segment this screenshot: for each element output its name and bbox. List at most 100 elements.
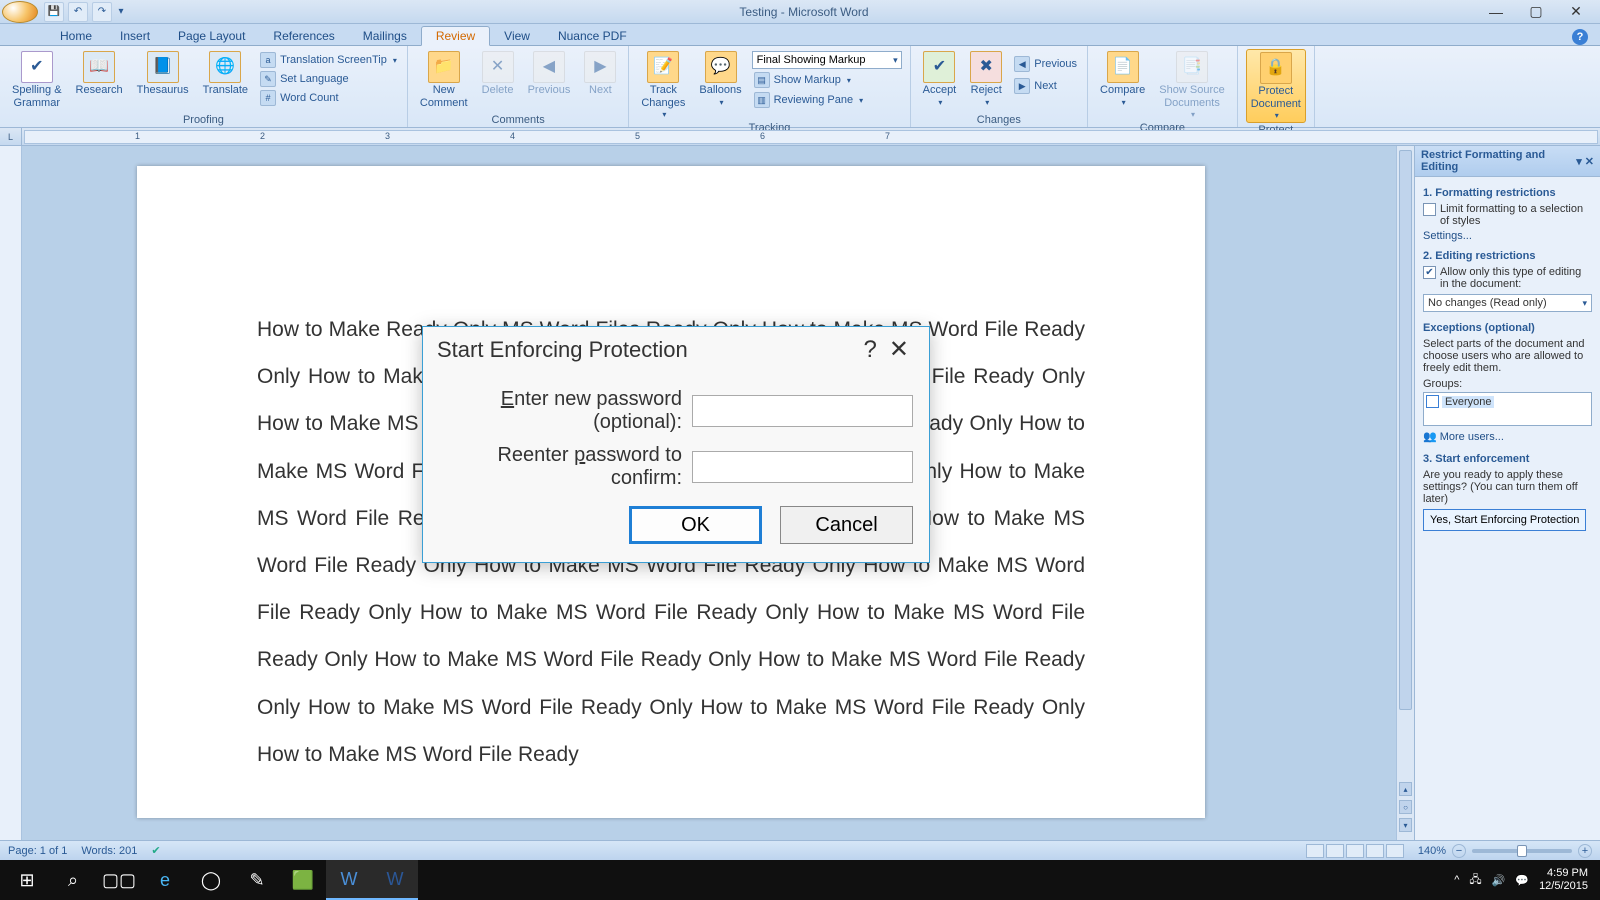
zoom-in-button[interactable]: + [1578,844,1592,858]
show-source-button[interactable]: 📑Show Source Documents▾ [1155,49,1228,121]
limit-formatting-checkbox[interactable]: Limit formatting to a selection of style… [1423,203,1592,227]
network-icon[interactable]: 🖧 [1469,871,1481,890]
new-comment-button[interactable]: 📁New Comment [416,49,472,111]
search-button[interactable]: ⌕ [50,860,96,900]
tab-nuance-pdf[interactable]: Nuance PDF [544,27,641,45]
show-markup-button[interactable]: ▤Show Markup▾ [752,71,902,89]
translate-button[interactable]: 🌐Translate [199,49,252,99]
scroll-down-icon[interactable]: ▾ [1399,818,1412,832]
action-center-icon[interactable]: 💬 [1515,874,1529,887]
zoom-slider[interactable] [1472,849,1572,853]
next-change-button[interactable]: ▶Next [1012,77,1079,95]
track-changes-button[interactable]: 📝Track Changes▾ [637,49,689,121]
volume-icon[interactable]: 🔊 [1492,874,1506,887]
edge-icon[interactable]: e [142,860,188,900]
pane-dropdown-icon[interactable]: ▾ [1576,155,1582,168]
help-icon[interactable]: ? [1572,29,1588,45]
compare-button[interactable]: 📄Compare▾ [1096,49,1149,109]
scroll-up-icon[interactable]: ▴ [1399,782,1412,796]
thesaurus-button[interactable]: 📘Thesaurus [133,49,193,99]
minimize-button[interactable]: — [1482,2,1510,22]
maximize-button[interactable]: ▢ [1522,2,1550,22]
qat-customize-icon[interactable]: ▾ [116,2,126,22]
previous-comment-button[interactable]: ◀Previous [524,49,575,99]
prev-change-icon: ◀ [1014,56,1030,72]
zoom-out-button[interactable]: − [1452,844,1466,858]
dialog-help-icon[interactable]: ? [858,336,883,364]
section-editing-restrictions: 2. Editing restrictions [1423,250,1592,262]
start-button[interactable]: ⊞ [4,860,50,900]
tab-page-layout[interactable]: Page Layout [164,27,259,45]
research-button[interactable]: 📖Research [72,49,127,99]
previous-change-button[interactable]: ◀Previous [1012,55,1079,73]
more-users-icon: 👥 [1423,431,1437,443]
quick-access-toolbar: 💾 ↶ ↷ ▾ [44,2,126,22]
redo-icon[interactable]: ↷ [92,2,112,22]
previous-icon: ◀ [533,51,565,83]
confirm-password-input[interactable] [692,451,913,483]
tab-view[interactable]: View [490,27,544,45]
web-layout-view-button[interactable] [1346,844,1364,858]
app-icon-1[interactable]: ✎ [234,860,280,900]
task-view-button[interactable]: ▢▢ [96,860,142,900]
print-layout-view-button[interactable] [1306,844,1324,858]
app-icon-2[interactable]: 🟩 [280,860,326,900]
word-taskbar-icon[interactable]: W [372,860,418,900]
title-bar: 💾 ↶ ↷ ▾ Testing - Microsoft Word — ▢ ✕ [0,0,1600,24]
groups-listbox[interactable]: Everyone [1423,392,1592,426]
tab-mailings[interactable]: Mailings [349,27,421,45]
translation-screentip-button[interactable]: aTranslation ScreenTip▾ [258,51,399,69]
cancel-button[interactable]: Cancel [780,506,913,544]
full-screen-view-button[interactable] [1326,844,1344,858]
tab-review[interactable]: Review [421,26,490,46]
settings-link[interactable]: Settings... [1423,230,1592,242]
browse-object-icon[interactable]: ○ [1399,800,1412,814]
display-for-review-dropdown[interactable]: Final Showing Markup [752,51,902,69]
section-formatting-restrictions: 1. Formatting restrictions [1423,187,1592,199]
ok-button[interactable]: OK [629,506,762,544]
group-tracking: 📝Track Changes▾ 💬Balloons▾ Final Showing… [629,46,910,127]
pane-close-icon[interactable]: ✕ [1585,155,1594,168]
word-count-indicator[interactable]: Words: 201 [81,845,137,857]
windows-taskbar: ⊞ ⌕ ▢▢ e ◯ ✎ 🟩 W W ^ 🖧 🔊 💬 4:59 PM 12/5/… [0,860,1600,900]
ruler-scale[interactable]: 1234567 [24,130,1598,144]
password-input[interactable] [692,395,913,427]
word-count-button[interactable]: #Word Count [258,89,399,107]
balloons-button[interactable]: 💬Balloons▾ [695,49,745,109]
accept-button[interactable]: ✔Accept▾ [919,49,961,109]
delete-comment-button[interactable]: ✕Delete [478,49,518,99]
more-users-link[interactable]: 👥More users... [1423,430,1592,443]
tab-home[interactable]: Home [46,27,106,45]
undo-icon[interactable]: ↶ [68,2,88,22]
proof-status-icon[interactable]: ✔ [151,844,160,857]
office-button[interactable] [2,1,38,23]
zoom-level[interactable]: 140% [1418,845,1446,857]
tab-insert[interactable]: Insert [106,27,164,45]
set-language-button[interactable]: ✎Set Language [258,70,399,88]
start-enforcing-button[interactable]: Yes, Start Enforcing Protection [1423,509,1586,531]
tray-chevron-icon[interactable]: ^ [1454,874,1459,886]
close-button[interactable]: ✕ [1562,2,1590,22]
draft-view-button[interactable] [1386,844,1404,858]
scrollbar-thumb[interactable] [1399,150,1412,710]
protect-document-button[interactable]: 🔒Protect Document▾ [1246,49,1306,123]
next-comment-button[interactable]: ▶Next [580,49,620,99]
allow-editing-checkbox[interactable]: ✔Allow only this type of editing in the … [1423,266,1592,290]
ruler-corner: L [0,128,22,145]
outline-view-button[interactable] [1366,844,1384,858]
tab-references[interactable]: References [259,27,348,45]
reject-button[interactable]: ✖Reject▾ [966,49,1006,109]
document-area: How to Make Ready Only MS Word Files Rea… [22,146,1414,852]
editing-type-dropdown[interactable]: No changes (Read only) [1423,294,1592,312]
chrome-icon[interactable]: ◯ [188,860,234,900]
clock[interactable]: 4:59 PM 12/5/2015 [1539,867,1588,893]
spelling-grammar-button[interactable]: ✔Spelling & Grammar [8,49,66,111]
reviewing-pane-button[interactable]: ▥Reviewing Pane▾ [752,91,902,109]
group-everyone[interactable]: Everyone [1442,396,1494,408]
save-icon[interactable]: 💾 [44,2,64,22]
vertical-scrollbar[interactable]: ▴ ○ ▾ [1396,146,1414,852]
word-2007-taskbar-icon[interactable]: W [326,860,372,900]
page-indicator[interactable]: Page: 1 of 1 [8,845,67,857]
section-exceptions: Exceptions (optional) [1423,322,1592,334]
dialog-close-icon[interactable]: ✕ [883,335,915,364]
